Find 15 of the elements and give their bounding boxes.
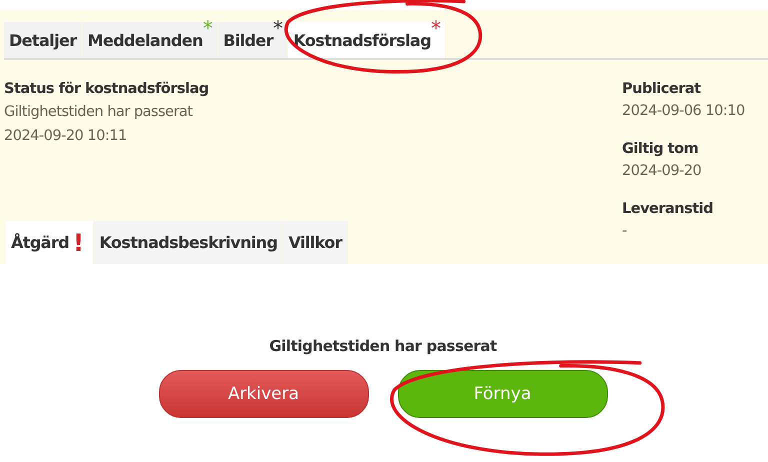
detail-label: Leveranstid: [622, 200, 714, 219]
detail-value: 2024-09-06 10:10: [622, 102, 746, 121]
tab[interactable]: Kostnadsbeskrivning: [94, 221, 284, 264]
tab[interactable]: Detaljer: [4, 22, 82, 58]
detail-label: Publicerat: [622, 80, 702, 99]
status-text: Giltighetstiden har passerat: [4, 103, 194, 122]
panel-message: Giltighetstiden har passerat: [269, 336, 497, 356]
detail-value: 2024-09-20: [622, 162, 702, 181]
archive-button[interactable]: Arkivera: [158, 370, 368, 418]
status-heading: Status för kostnadsförslag: [4, 80, 209, 99]
tab[interactable]: Åtgärd !: [6, 221, 94, 264]
status-date: 2024-09-20 10:11: [4, 127, 128, 146]
detail-label: Giltig tom: [622, 140, 700, 159]
detail-value: -: [622, 222, 628, 241]
tab[interactable]: Villkor: [283, 221, 348, 264]
